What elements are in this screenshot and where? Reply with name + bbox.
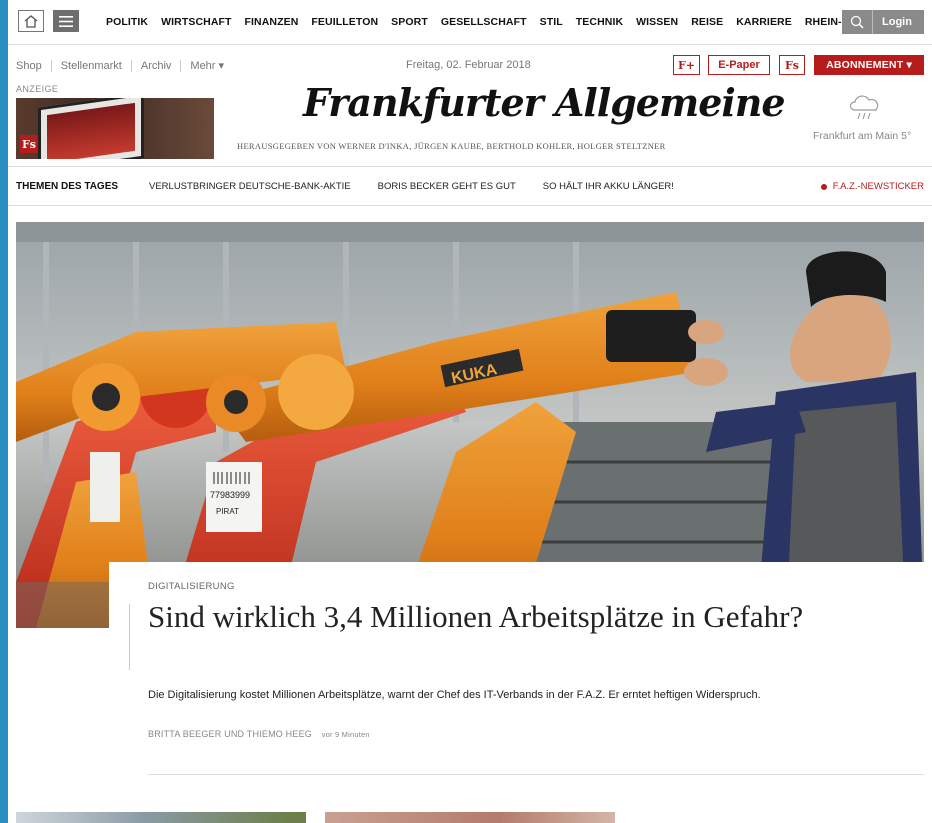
nav-item-reise[interactable]: REISE [691, 16, 723, 28]
article-authors: BRITTA BEEGER UND THIEMO HEEG [148, 729, 312, 739]
utility-links: Shop Stellenmarkt Archiv Mehr ▾ [16, 59, 233, 72]
publisher-line: HERAUSGEGEBEN VON WERNER D'INKA, JÜRGEN … [237, 141, 666, 151]
menu-button[interactable] [53, 10, 79, 32]
archiv-link[interactable]: Archiv [132, 59, 182, 72]
shop-link[interactable]: Shop [16, 59, 52, 72]
login-button[interactable]: Login [873, 16, 912, 28]
card-accent-line [129, 604, 130, 670]
top-navigation: POLITIK WIRTSCHAFT FINANZEN FEUILLETON S… [8, 0, 932, 45]
ad-banner[interactable]: Fs [16, 98, 214, 159]
nav-item-stil[interactable]: STIL [540, 16, 563, 28]
nav-item-gesellschaft[interactable]: GESELLSCHAFT [441, 16, 527, 28]
home-button[interactable] [18, 10, 44, 32]
masthead-logo[interactable]: Frankfurter Allgemeine [303, 80, 786, 125]
nav-item-wissen[interactable]: WISSEN [636, 16, 678, 28]
weather-location: Frankfurt am Main 5° [813, 130, 912, 142]
article-headline[interactable]: Sind wirklich 3,4 Millionen Arbeitsplätz… [148, 597, 848, 637]
ad-logo: Fs [20, 135, 38, 153]
search-icon [850, 15, 864, 29]
epaper-button[interactable]: E-Paper [708, 55, 770, 75]
abonnement-button[interactable]: ABONNEMENT ▾ [814, 55, 924, 75]
home-icon [24, 14, 38, 28]
hamburger-menu-icon [59, 15, 73, 27]
newsticker-link[interactable]: F.A.Z.-NEWSTICKER [820, 181, 924, 192]
nav-item-technik[interactable]: TECHNIK [576, 16, 623, 28]
nav-item-karriere[interactable]: KARRIERE [736, 16, 792, 28]
ad-label: ANZEIGE [16, 84, 59, 94]
lead-article-card[interactable]: DIGITALISIERUNG Sind wirklich 3,4 Millio… [109, 562, 924, 776]
browser-page: POLITIK WIRTSCHAFT FINANZEN FEUILLETON S… [8, 0, 932, 823]
cloud-rain-icon [849, 95, 879, 120]
newsticker-label: F.A.Z.-NEWSTICKER [832, 181, 924, 192]
nav-item-politik[interactable]: POLITIK [106, 16, 148, 28]
faz-plus-button[interactable]: F+ [673, 55, 700, 75]
topics-title: THEMEN DES TAGES [16, 181, 119, 192]
article-time: vor 9 Minuten [321, 730, 370, 739]
article-byline: BRITTA BEEGER UND THIEMO HEEG vor 9 Minu… [148, 729, 370, 739]
divider [148, 774, 924, 775]
topic-link-deutsche-bank[interactable]: VERLUSTBRINGER DEUTSCHE-BANK-AKTIE [149, 181, 351, 192]
article-teaser: Die Digitalisierung kostet Millionen Arb… [148, 689, 761, 701]
article-thumbnail[interactable] [16, 812, 306, 823]
stellenmarkt-link[interactable]: Stellenmarkt [52, 59, 132, 72]
tag-text: PIRAT [216, 507, 239, 516]
tag-number: 77983999 [210, 490, 250, 500]
topics-links: VERLUSTBRINGER DEUTSCHE-BANK-AKTIE BORIS… [149, 181, 674, 192]
live-dot-icon [820, 183, 827, 190]
topic-link-akku[interactable]: SO HÄLT IHR AKKU LÄNGER! [543, 181, 674, 192]
current-date: Freitag, 02. Februar 2018 [406, 59, 531, 71]
nav-item-feuilleton[interactable]: FEUILLETON [311, 16, 378, 28]
topics-bar: THEMEN DES TAGES VERLUSTBRINGER DEUTSCHE… [8, 166, 932, 206]
nav-item-wirtschaft[interactable]: WIRTSCHAFT [161, 16, 231, 28]
section-nav: POLITIK WIRTSCHAFT FINANZEN FEUILLETON S… [106, 0, 869, 44]
nav-item-sport[interactable]: SPORT [391, 16, 428, 28]
ad-phone-image [38, 98, 144, 159]
article-thumbnail[interactable] [325, 812, 615, 823]
faz-sonntag-button[interactable]: Fs [779, 55, 805, 75]
article-kicker: DIGITALISIERUNG [148, 581, 235, 592]
nav-item-finanzen[interactable]: FINANZEN [245, 16, 299, 28]
topic-link-boris-becker[interactable]: BORIS BECKER GEHT ES GUT [378, 181, 516, 192]
search-login-bar: Login [842, 10, 924, 34]
mehr-dropdown[interactable]: Mehr ▾ [181, 59, 233, 72]
weather-widget[interactable] [846, 90, 884, 127]
search-button[interactable] [842, 10, 873, 34]
